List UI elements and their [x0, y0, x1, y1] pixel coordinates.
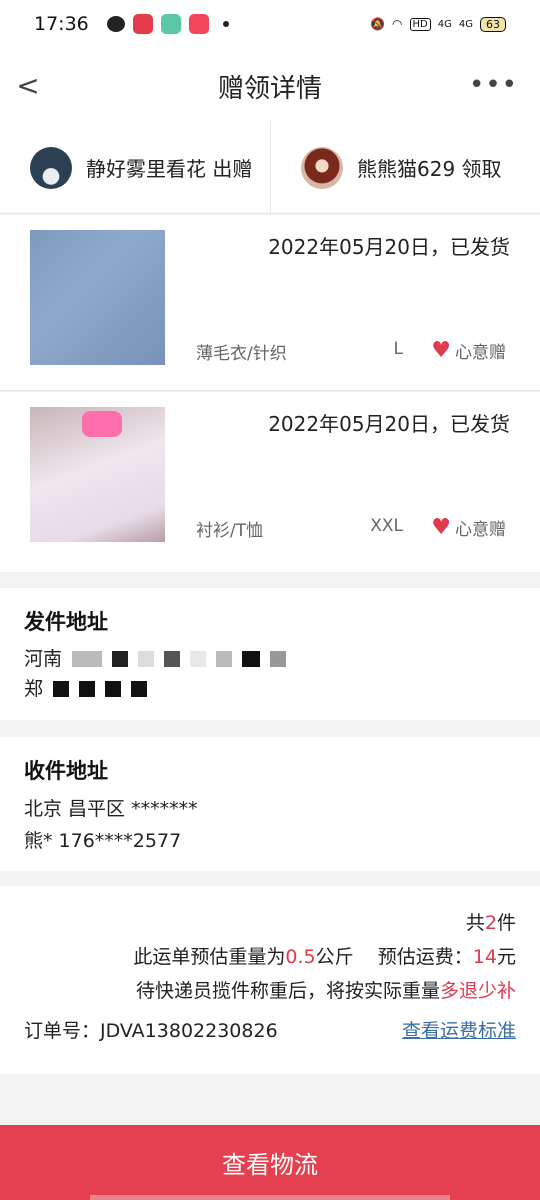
- hd-icon: HD: [409, 17, 431, 31]
- signal-4g-icon: 4G: [437, 18, 452, 30]
- app-red-icon: [132, 14, 153, 34]
- weight-note: 待快递员揽件称重后，将按实际重量多退少补: [135, 980, 516, 1002]
- list-item[interactable]: 2022年05月20日，已发货 薄毛衣/针织 L ♥ 心意赠: [0, 215, 540, 391]
- giver[interactable]: 静好雾里看花 出赠: [0, 122, 270, 213]
- page-title: 赠领详情: [217, 74, 322, 104]
- weight-fee-line: 此运单预估重量为0.5公斤 预估运费：14元: [133, 946, 516, 968]
- item-date: 2022年05月20日，已发货: [268, 235, 510, 259]
- heart-icon: ♥: [431, 337, 451, 363]
- item-tag: ♥ 心意赠: [431, 338, 506, 363]
- more-button[interactable]: •••: [469, 70, 518, 100]
- home-indicator: [90, 1195, 450, 1200]
- status-bar: 17:36 🔕 ◠ HD 4G 4G 63: [0, 0, 540, 48]
- view-logistics-button[interactable]: 查看物流: [0, 1125, 540, 1200]
- shipping-fee-standard-link[interactable]: 查看运费标准: [402, 1016, 516, 1043]
- giver-name: 静好雾里看花 出赠: [86, 157, 253, 181]
- view-logistics-label: 查看物流: [222, 1151, 318, 1179]
- sender-address-card: 发件地址 河南 郑: [0, 588, 540, 720]
- receiver-address-title: 收件地址: [24, 759, 108, 783]
- avatar: [30, 146, 72, 189]
- nav-bar: < 赠领详情 •••: [0, 48, 540, 122]
- wifi-icon: ◠: [392, 17, 403, 31]
- receiver-name: 熊熊猫629 领取: [357, 157, 502, 181]
- status-time: 17:36: [34, 13, 89, 35]
- signal-4g-icon-2: 4G: [458, 18, 473, 30]
- shipping-summary: 共2件 此运单预估重量为0.5公斤 预估运费：14元 待快递员揽件称重后，将按实…: [0, 886, 540, 1074]
- receiver[interactable]: 熊熊猫629 领取: [270, 122, 540, 213]
- dot-icon: [222, 21, 229, 27]
- receiver-address-card: 收件地址 北京 昌平区 ******* 熊* 176****2577: [0, 737, 540, 871]
- sender-address-line-1: 河南: [24, 644, 516, 674]
- sender-address-title: 发件地址: [24, 610, 108, 634]
- item-count: 共2件: [465, 912, 516, 934]
- receiver-contact-line: 熊* 176****2577: [24, 830, 182, 852]
- wechat-icon: [106, 16, 125, 32]
- avatar: [301, 146, 343, 189]
- battery-icon: 63: [480, 16, 506, 32]
- receiver-address-line: 北京 昌平区 *******: [24, 798, 198, 820]
- item-date: 2022年05月20日，已发货: [268, 412, 510, 436]
- app-green-icon: [160, 14, 181, 34]
- mute-icon: 🔕: [370, 17, 386, 31]
- tag-label: 心意赠: [455, 343, 506, 363]
- list-item[interactable]: 2022年05月20日，已发货 衬衫/T恤 XXL ♥ 心意赠: [0, 392, 540, 572]
- heart-icon: ♥: [431, 514, 451, 540]
- parties-bar: 静好雾里看花 出赠 熊熊猫629 领取: [0, 122, 540, 214]
- item-tag: ♥ 心意赠: [431, 515, 506, 540]
- sender-address-line-2: 郑: [24, 674, 516, 704]
- tag-label: 心意赠: [455, 520, 506, 540]
- app-video-icon: [188, 14, 209, 34]
- item-size: L: [393, 339, 403, 359]
- item-size: XXL: [370, 516, 403, 536]
- order-number: 订单号：JDVA13802230826: [24, 1020, 278, 1042]
